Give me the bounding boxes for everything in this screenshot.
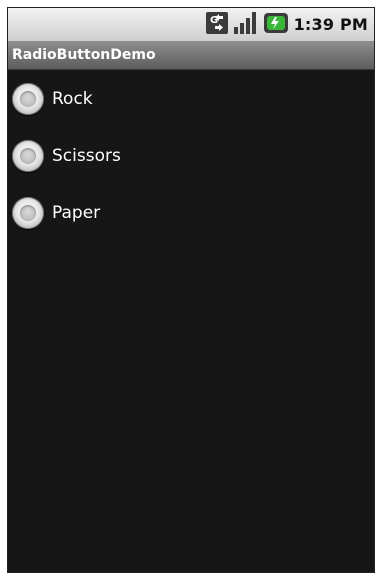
radio-option-scissors[interactable]: Scissors: [8, 127, 374, 184]
radio-group: Rock Scissors Paper: [8, 70, 374, 241]
network-type-icon: G: [205, 11, 228, 38]
app-title-bar: RadioButtonDemo: [8, 41, 374, 70]
status-time: 1:39 PM: [293, 15, 368, 34]
status-bar: G 1:39 PM: [8, 8, 374, 41]
radio-label: Paper: [52, 202, 101, 223]
radio-option-rock[interactable]: Rock: [8, 70, 374, 127]
radio-button-icon[interactable]: [12, 196, 44, 229]
device-screen: G 1:39 PM RadioButtonDemo Rock Scissors …: [7, 7, 375, 573]
radio-button-icon[interactable]: [12, 139, 44, 172]
radio-button-icon[interactable]: [12, 82, 44, 115]
app-title: RadioButtonDemo: [12, 47, 156, 63]
battery-charging-icon: [263, 12, 288, 38]
signal-strength-icon: [233, 11, 258, 38]
radio-option-paper[interactable]: Paper: [8, 184, 374, 241]
radio-label: Rock: [52, 88, 93, 109]
radio-label: Scissors: [52, 145, 121, 166]
